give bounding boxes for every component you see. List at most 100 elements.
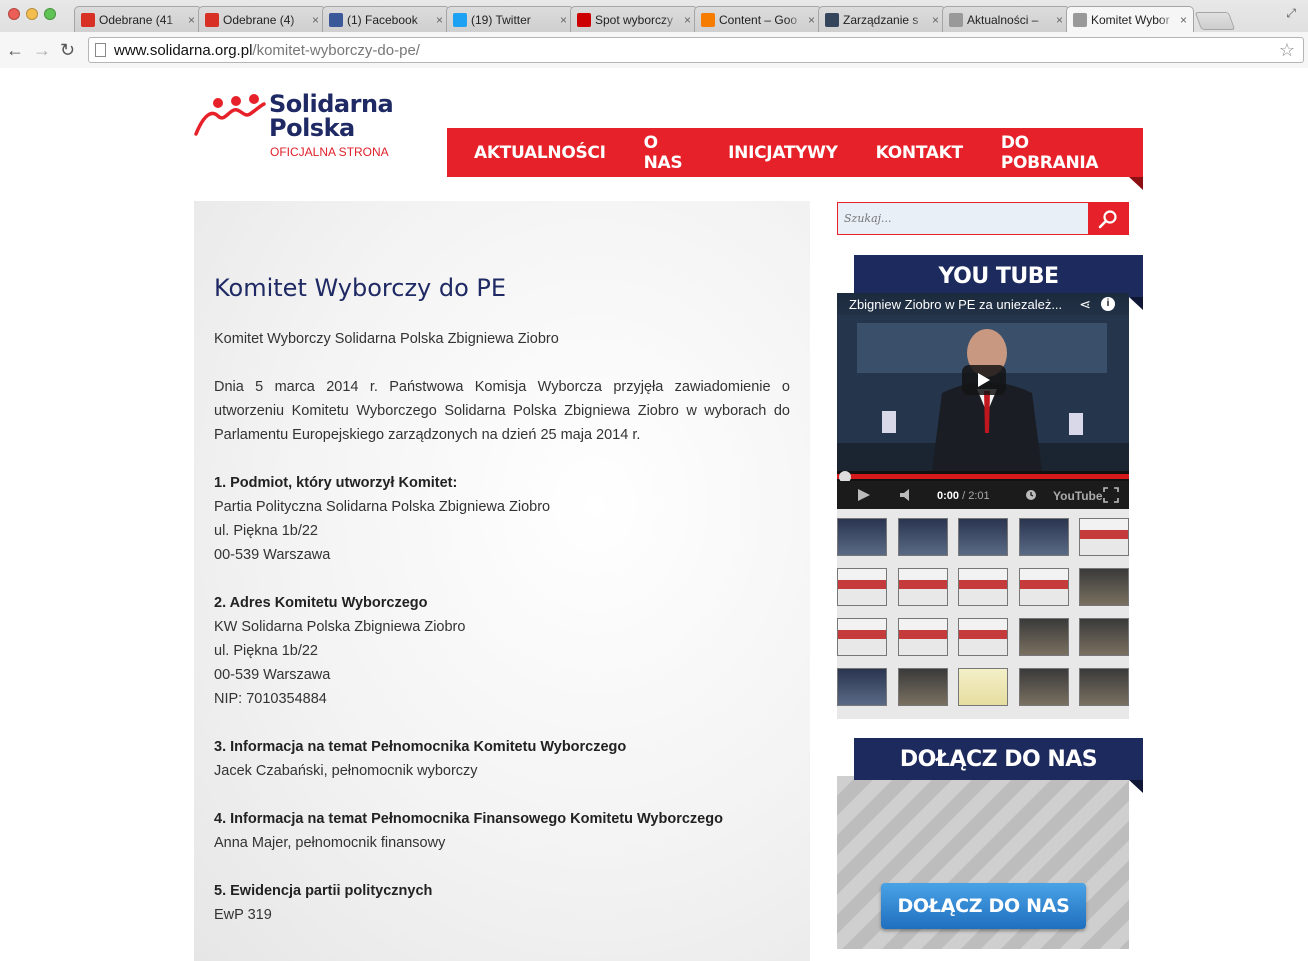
play-button[interactable] <box>962 365 1006 395</box>
page-icon <box>949 12 963 27</box>
video-progress-bar[interactable] <box>837 474 1129 479</box>
zoom-window-button[interactable] <box>44 8 56 20</box>
site-logo[interactable]: Solidarna Polska OFICJALNA STRONA <box>194 90 414 162</box>
video-thumbnail[interactable] <box>958 518 1008 556</box>
browser-tab[interactable]: Spot wyborczy × <box>570 6 698 32</box>
tab-close-icon[interactable]: × <box>808 13 815 27</box>
browser-tab[interactable]: Komitet Wybor × <box>1066 6 1194 32</box>
search-button[interactable] <box>1088 203 1128 234</box>
address-bar[interactable]: www.solidarna.org.pl/komitet-wyborczy-do… <box>88 37 1304 63</box>
new-tab-button[interactable] <box>1194 12 1236 30</box>
video-thumbnail[interactable] <box>1079 618 1129 656</box>
tab-close-icon[interactable]: × <box>932 13 939 27</box>
tab-close-icon[interactable]: × <box>312 13 319 27</box>
section-line: ul. Piękna 1b/22 <box>214 523 318 539</box>
youtube-title-fold <box>1129 297 1143 310</box>
tumblr-icon <box>825 12 839 27</box>
bookmark-star-icon[interactable]: ☆ <box>1279 40 1295 61</box>
browser-tab[interactable]: Zarządzanie s × <box>818 6 946 32</box>
share-icon[interactable]: ⋖ <box>1079 296 1091 313</box>
info-icon[interactable]: i <box>1101 297 1115 311</box>
minimize-window-button[interactable] <box>26 8 38 20</box>
tab-title: (1) Facebook <box>347 12 418 27</box>
video-thumbnail[interactable] <box>1018 668 1069 706</box>
main-navigation: AKTUALNOŚCI O NAS INICJATYWY KONTAKT DO … <box>447 128 1143 177</box>
nav-inicjatywy[interactable]: INICJATYWY <box>728 143 838 163</box>
video-thumbnail[interactable] <box>837 518 887 556</box>
fullscreen-video-icon[interactable] <box>1103 487 1119 503</box>
video-thumbnail[interactable] <box>837 618 887 656</box>
logo-figures-icon <box>194 94 266 136</box>
toolbar: ← → ↻ www.solidarna.org.pl/komitet-wybor… <box>0 32 1308 68</box>
browser-chrome: Odebrane (41 × Odebrane (4) × (1) Facebook ×(… <box>0 0 1308 68</box>
nav-o-nas[interactable]: O NAS <box>644 133 691 173</box>
section-line: NIP: 7010354884 <box>214 691 327 707</box>
article-paragraph: Dnia 5 marca 2014 r. Państwowa Komisja W… <box>214 379 790 443</box>
forward-button[interactable]: → <box>33 40 51 61</box>
reload-button[interactable]: ↻ <box>60 40 75 61</box>
page-icon <box>1073 12 1087 27</box>
section-line: KW Solidarna Polska Zbigniewa Ziobro <box>214 619 466 635</box>
youtube-player[interactable]: Zbigniew Ziobro w PE za uniezależ... ⋖ i… <box>837 293 1129 509</box>
tab-close-icon[interactable]: × <box>684 13 691 27</box>
video-thumbnail[interactable] <box>1079 668 1129 706</box>
video-thumbnail[interactable] <box>958 618 1008 656</box>
video-time-total: / 2:01 <box>962 490 990 502</box>
nav-do-pobrania[interactable]: DO POBRANIA <box>1001 133 1105 173</box>
article-panel: Komitet Wyborczy do PE Komitet Wyborczy … <box>194 201 810 961</box>
video-thumbnail[interactable] <box>1018 518 1069 556</box>
tab-title: Komitet Wybor <box>1091 12 1170 27</box>
tab-close-icon[interactable]: × <box>1180 13 1187 27</box>
video-thumbnail[interactable] <box>837 668 887 706</box>
search-input[interactable] <box>838 203 1088 234</box>
browser-tab[interactable]: (19) Twitter × <box>446 6 574 32</box>
video-thumbnail[interactable] <box>837 568 887 606</box>
nav-kontakt[interactable]: KONTAKT <box>876 143 964 163</box>
tab-close-icon[interactable]: × <box>436 13 443 27</box>
video-thumbnail[interactable] <box>897 668 948 706</box>
nav-aktualnosci[interactable]: AKTUALNOŚCI <box>474 143 606 163</box>
volume-icon[interactable] <box>899 488 915 502</box>
logo-text-line2: Polska <box>269 114 355 142</box>
section-line: Anna Majer, pełnomocnik finansowy <box>214 835 446 851</box>
video-thumbnail[interactable] <box>897 518 948 556</box>
article-sections: 1. Podmiot, który utworzył Komitet: Parti… <box>214 471 790 927</box>
search-form <box>837 202 1129 235</box>
page-icon <box>95 43 106 57</box>
youtube-logo[interactable]: YouTube <box>1053 489 1103 503</box>
back-button[interactable]: ← <box>6 40 24 61</box>
play-small-icon[interactable] <box>857 488 871 502</box>
video-time: 0:00 / 2:01 <box>937 490 990 502</box>
video-thumbnail[interactable] <box>958 668 1008 706</box>
join-title-fold <box>1129 780 1143 793</box>
video-thumbnail[interactable] <box>958 568 1008 606</box>
browser-tab[interactable]: Odebrane (4) × <box>198 6 326 32</box>
tab-close-icon[interactable]: × <box>188 13 195 27</box>
tab-title: Content – Goo <box>719 12 798 27</box>
youtube-widget-title: YOU TUBE <box>854 255 1143 297</box>
video-thumbnail[interactable] <box>897 568 948 606</box>
fullscreen-icon[interactable]: ⤢ <box>1286 6 1296 21</box>
video-thumbnail[interactable] <box>1079 518 1129 556</box>
watch-later-icon[interactable] <box>1025 489 1037 501</box>
tab-close-icon[interactable]: × <box>560 13 567 27</box>
browser-tab[interactable]: Odebrane (41 × <box>74 6 202 32</box>
youtube-widget: Zbigniew Ziobro w PE za uniezależ... ⋖ i… <box>837 293 1129 719</box>
video-thumbnail[interactable] <box>897 618 948 656</box>
tab-title: Odebrane (41 <box>99 12 174 27</box>
tab-close-icon[interactable]: × <box>1056 13 1063 27</box>
section-heading: 2. Adres Komitetu Wyborczego <box>214 595 428 611</box>
join-button[interactable]: DOŁĄCZ DO NAS <box>881 883 1086 929</box>
video-title[interactable]: Zbigniew Ziobro w PE za uniezależ... <box>849 297 1062 312</box>
section-heading: 4. Informacja na temat Pełnomocnika Fina… <box>214 811 723 827</box>
browser-tab[interactable]: Aktualności – × <box>942 6 1070 32</box>
section-line: 00-539 Warszawa <box>214 547 331 563</box>
section-line: ul. Piękna 1b/22 <box>214 643 318 659</box>
browser-tab[interactable]: (1) Facebook × <box>322 6 450 32</box>
video-thumbnail[interactable] <box>1079 568 1129 606</box>
video-thumbnail[interactable] <box>1018 618 1069 656</box>
browser-tab[interactable]: Content – Goo × <box>694 6 822 32</box>
close-window-button[interactable] <box>8 8 20 20</box>
article-intro: Komitet Wyborczy Solidarna Polska Zbigni… <box>214 331 559 347</box>
video-thumbnail[interactable] <box>1018 568 1069 606</box>
